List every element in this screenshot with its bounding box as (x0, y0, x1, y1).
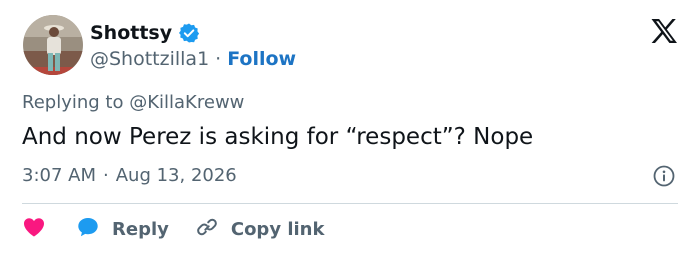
author-handle-row: @Shottzilla1 · Follow (90, 48, 296, 70)
separator-dot: · (103, 165, 109, 186)
x-logo-icon[interactable] (650, 18, 678, 48)
author-name[interactable]: Shottsy (90, 22, 172, 44)
avatar[interactable] (23, 15, 83, 75)
divider (22, 203, 678, 204)
action-bar: Reply Copy link (22, 216, 324, 243)
info-icon[interactable] (653, 165, 675, 191)
author-name-row: Shottsy (90, 22, 200, 44)
tweet-text: And now Perez is asking for “respect”? N… (22, 124, 534, 150)
heart-icon (22, 216, 46, 243)
separator-dot: · (215, 48, 222, 70)
like-button[interactable] (22, 216, 46, 243)
tweet-timestamp[interactable]: 3:07 AM · Aug 13, 2026 (22, 165, 237, 186)
reply-label: Reply (112, 219, 169, 240)
replying-to-mention[interactable]: @KillaKreww (129, 92, 244, 113)
replying-to-label: Replying to (22, 92, 124, 113)
tweet-time: 3:07 AM (22, 165, 96, 186)
copy-link-button[interactable]: Copy link (195, 216, 325, 243)
author-handle[interactable]: @Shottzilla1 (90, 48, 209, 70)
reply-button[interactable]: Reply (76, 216, 169, 243)
link-icon (195, 216, 219, 243)
verified-badge-icon (178, 22, 200, 44)
copy-link-label: Copy link (230, 219, 325, 240)
replying-to-line: Replying to @KillaKreww (22, 92, 244, 113)
speech-bubble-icon (76, 216, 100, 243)
tweet-date: Aug 13, 2026 (115, 165, 237, 186)
follow-button[interactable]: Follow (227, 48, 296, 70)
